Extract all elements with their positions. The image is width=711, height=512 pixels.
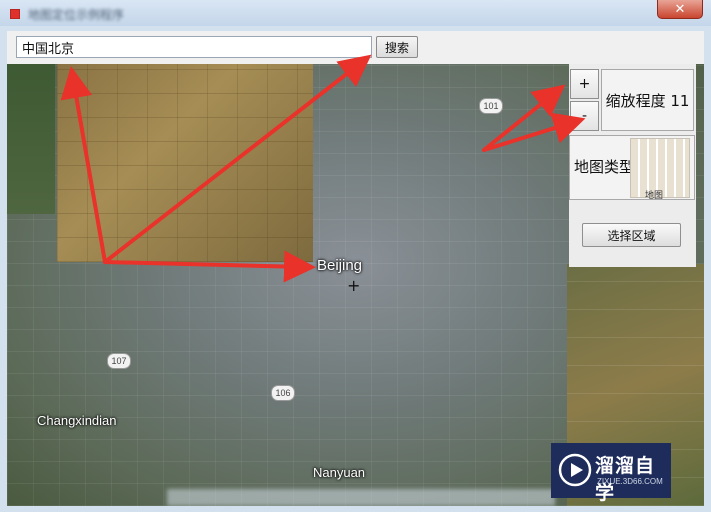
city-label-beijing: Beijing [317,257,363,274]
search-input[interactable] [16,36,372,58]
zoom-out-button[interactable]: - [570,101,599,131]
map-tile-forest [7,64,55,214]
play-logo-icon [558,453,592,487]
crosshair-icon: + [347,276,361,295]
zoom-in-button[interactable]: + [570,69,599,99]
road-shield-107: 107 [107,353,131,369]
map-type-thumbnail[interactable]: 地图 [630,138,690,201]
app-icon [10,9,20,19]
close-button[interactable]: ✕ [657,0,703,19]
zoom-level-display: 缩放程度 11 [601,69,694,131]
watermark-badge: 溜溜自学 ZIXUE.3D66.COM [551,443,671,504]
map-thumb-caption: 地图 [645,191,664,201]
window-title: 地图定位示例程序 [28,8,125,22]
road-shield-106: 106 [271,385,295,401]
watermark-url: ZIXUE.3D66.COM [597,477,663,486]
map-tile-farmland [57,64,313,262]
map-type-label: 地图类型 [574,158,635,176]
place-label-changxindian: Changxindian [37,413,117,428]
search-button[interactable]: 搜索 [376,36,418,58]
map-attribution-bar [167,489,555,506]
place-label-nanyuan: Nanyuan [313,465,366,480]
select-region-button[interactable]: 选择区域 [582,223,681,247]
title-bar: 地图定位示例程序 ✕ [0,0,711,26]
road-shield-101: 101 [479,98,503,114]
map-type-selector[interactable]: 地图类型 地图 [569,135,695,201]
